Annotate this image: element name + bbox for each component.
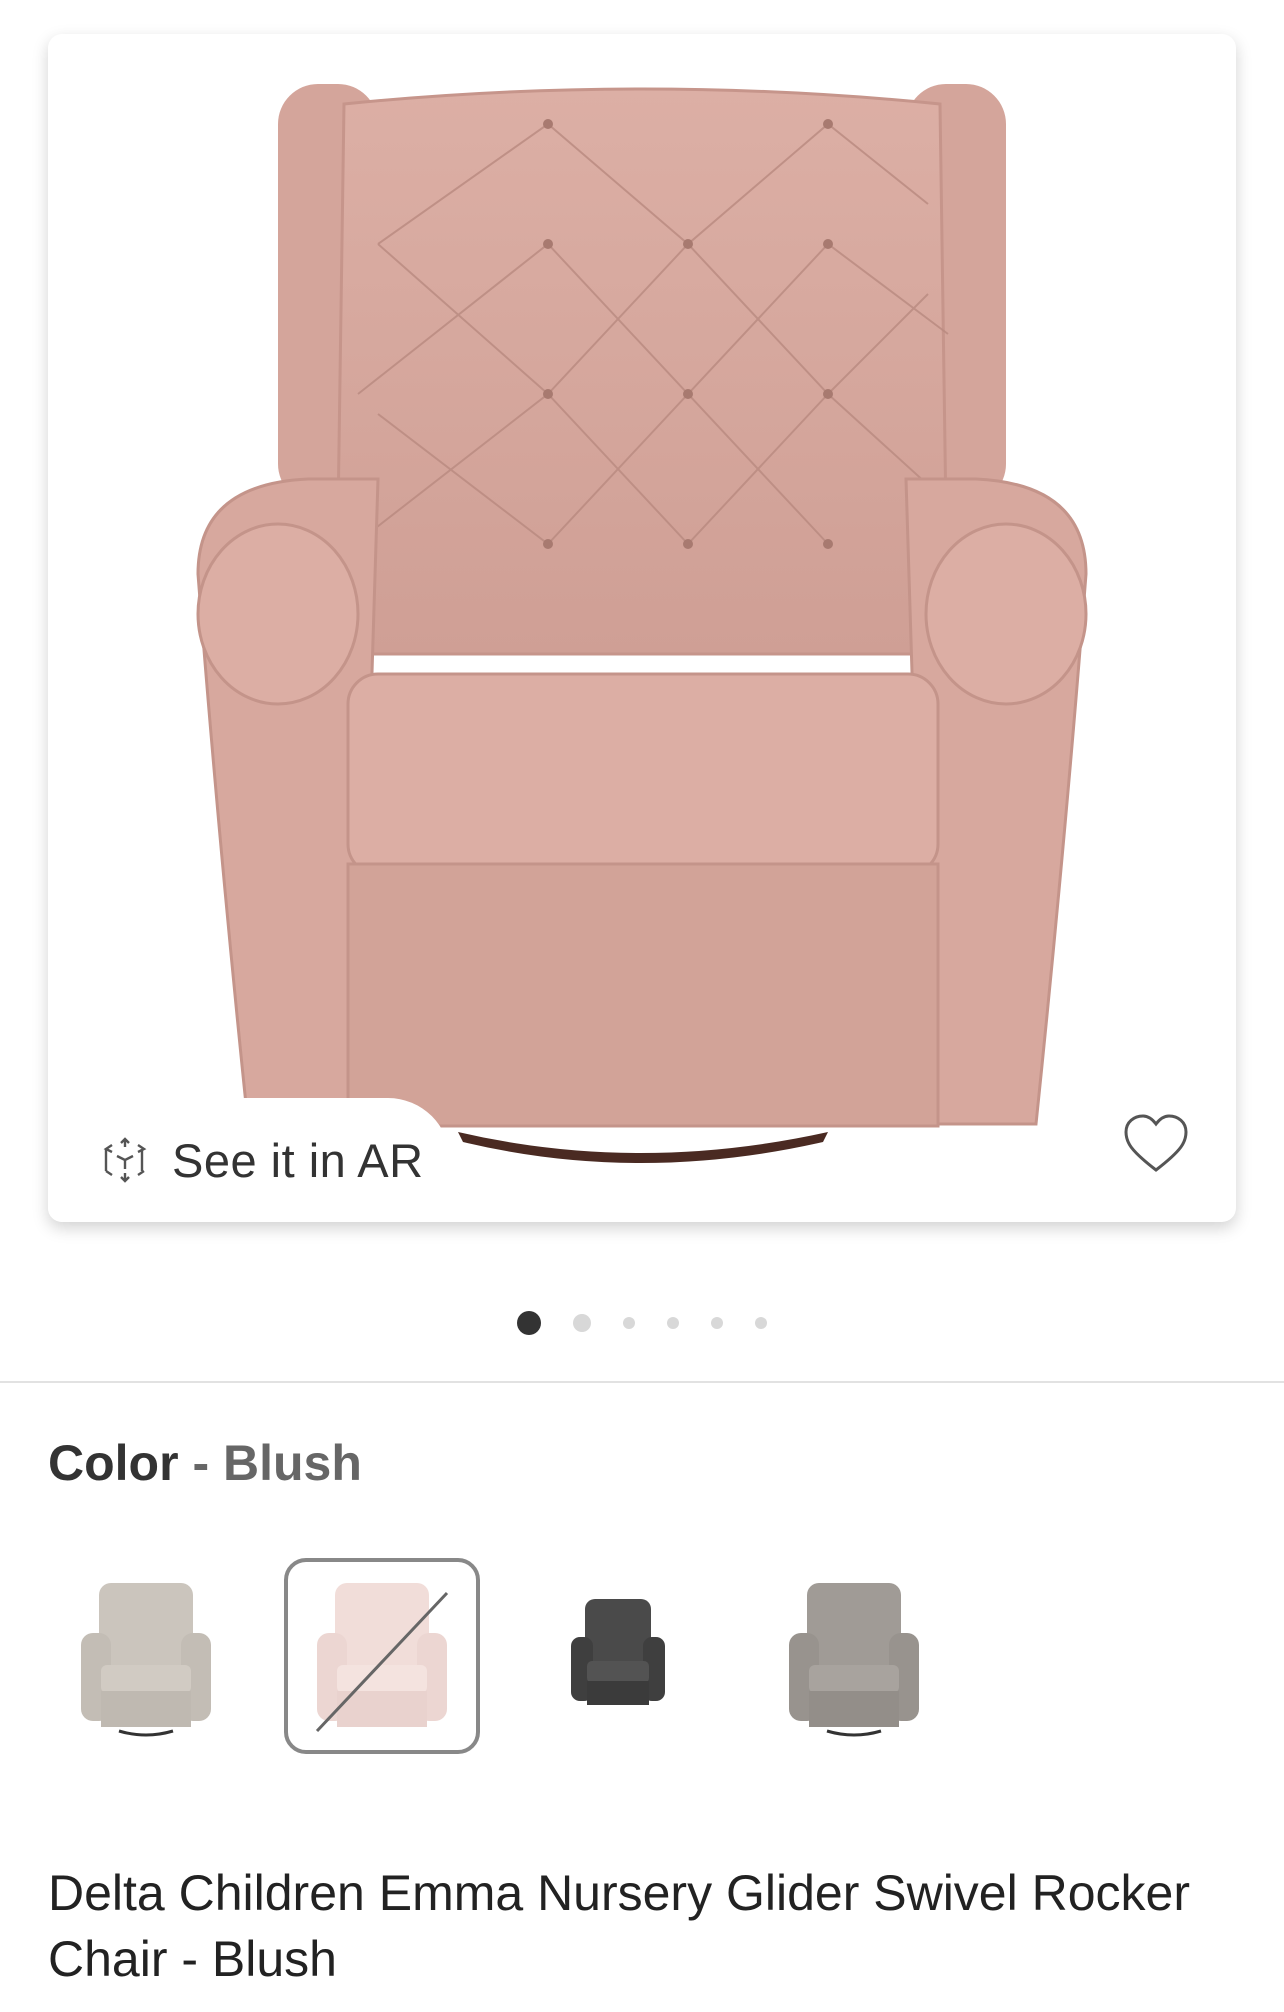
color-selected-value: Blush (223, 1435, 362, 1491)
product-title: Delta Children Emma Nursery Glider Swive… (48, 1865, 1190, 1987)
carousel-dot[interactable] (517, 1311, 541, 1335)
swatch-image (81, 1583, 211, 1737)
carousel-dot[interactable] (755, 1317, 767, 1329)
swatch-image (315, 1583, 449, 1733)
color-heading: Color - Blush (48, 1434, 362, 1492)
product-page: See it in AR Color - Blush Delta Childre… (0, 0, 1284, 2012)
swatch-image (789, 1583, 919, 1737)
color-swatch[interactable] (48, 1558, 244, 1754)
carousel-dot[interactable] (667, 1317, 679, 1329)
color-label: Color (48, 1435, 179, 1491)
color-swatch-selected[interactable] (284, 1558, 480, 1754)
ar-cube-icon (103, 1137, 147, 1183)
carousel-dot[interactable] (623, 1317, 635, 1329)
heart-icon[interactable] (1122, 1112, 1190, 1176)
see-in-ar-label: See it in AR (172, 1133, 424, 1187)
product-image (196, 84, 1088, 1163)
carousel-dot[interactable] (711, 1317, 723, 1329)
product-image-card[interactable]: See it in AR (48, 34, 1236, 1222)
color-separator: - (192, 1435, 210, 1491)
color-swatch-list (0, 1558, 1284, 1758)
section-divider (0, 1381, 1284, 1383)
see-in-ar-button[interactable]: See it in AR (48, 1098, 450, 1222)
carousel-dot[interactable] (573, 1314, 591, 1332)
color-swatch[interactable] (756, 1558, 952, 1754)
color-swatch[interactable] (520, 1558, 716, 1754)
swatch-image (571, 1599, 665, 1705)
carousel-indicator (0, 1311, 1284, 1335)
